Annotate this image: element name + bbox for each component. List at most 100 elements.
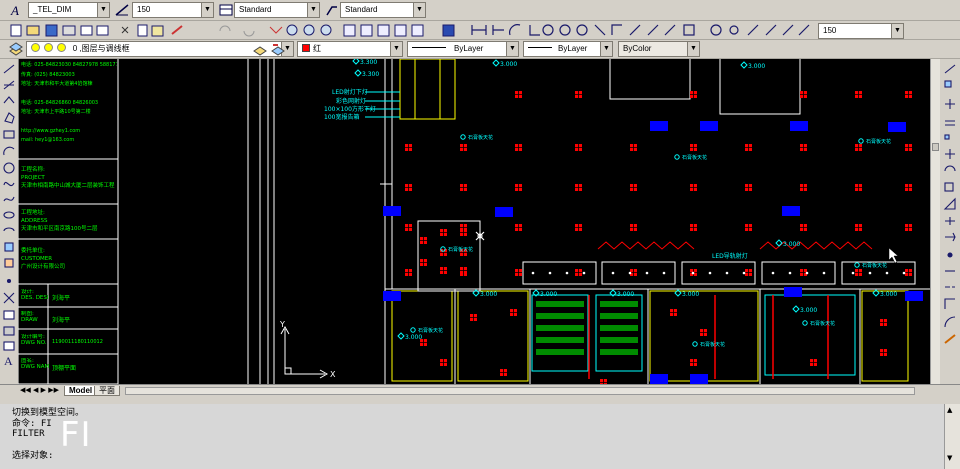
multileader-style-icon[interactable] [324, 2, 340, 18]
table-style-value: Standard [345, 5, 378, 14]
point-icon[interactable] [6, 278, 12, 284]
revcloud-icon[interactable] [3, 181, 15, 187]
plotstyle-select[interactable]: ByColor ▼ [618, 41, 700, 57]
modify-toolbar [940, 59, 960, 389]
location-block: 工程地址: ADDRESS 天津市和平区南京路100号二层 [21, 209, 117, 233]
drawing-no-label-cell: 设计编号: DWG NO. [21, 334, 49, 346]
color-swatch [302, 44, 310, 52]
break-point-icon[interactable] [947, 252, 953, 258]
company-line: 地址: 天津市和平大道第4馅馆楝 [21, 81, 93, 87]
linetype-select[interactable]: ByLayer ▼ [407, 41, 519, 57]
diffuser [790, 121, 808, 131]
horizontal-scrollbar[interactable] [125, 387, 915, 395]
text-style-select[interactable]: Standard ▼ [234, 2, 320, 18]
ellipse-arc-icon[interactable] [3, 227, 15, 232]
erase-icon[interactable] [944, 64, 956, 74]
mtext-icon[interactable]: A [4, 354, 13, 368]
rectangle-icon[interactable] [3, 130, 15, 139]
scale-value-1: 150 [137, 5, 151, 14]
extend-icon[interactable] [945, 232, 956, 242]
chevron-down-icon: ▼ [891, 24, 903, 38]
trim-icon[interactable] [945, 217, 955, 225]
scale-select-2[interactable]: 150 ▼ [818, 23, 904, 39]
mirror-icon[interactable] [945, 99, 955, 109]
company-info: 电话: 025-84823030 84827978 58817712 传真: (… [21, 61, 117, 146]
scale-icon[interactable] [944, 182, 954, 192]
scroll-down-icon[interactable]: ▼ [947, 454, 952, 462]
lineweight-select[interactable]: ByLayer ▼ [523, 41, 613, 57]
circle-icon[interactable] [3, 162, 15, 174]
stretch-icon[interactable] [943, 197, 956, 210]
designer-label-en: DES. DESIGNER [21, 295, 49, 301]
ceiling-tag: 石膏板天花 [700, 341, 725, 348]
dimstyle-select[interactable]: _TEL_DIM ▼ [28, 2, 110, 18]
diffuser [700, 121, 718, 131]
location-label: 工程地址: [21, 210, 45, 216]
sheet-label-cell: 图名: DWG NAME [21, 358, 49, 370]
legend: LED射灯下灯 彩色网射灯 100×100方形下灯 100宽报告箱 [324, 88, 400, 121]
company-line: http://www.gzhey1.com [21, 127, 81, 134]
elevation-markers: 3.300 3.300 3.000 3.000 3.000 3.000 3.000 3.000… [352, 59, 897, 341]
text-style-icon[interactable]: A [8, 2, 24, 18]
layer-manager-icon[interactable] [8, 41, 24, 57]
tab-model[interactable]: Model [64, 386, 98, 396]
move-icon[interactable] [945, 149, 955, 159]
layer-previous-icon[interactable] [270, 41, 286, 57]
scale-select-1[interactable]: 150 ▼ [132, 2, 214, 18]
fillet-icon[interactable] [944, 316, 956, 328]
table-style-icon[interactable] [218, 2, 234, 18]
command-window[interactable]: 切换到模型空间。 命令: FI FILTER 选择对象: [0, 404, 944, 469]
scroll-up-icon[interactable]: ▲ [947, 406, 952, 414]
standard-toolbar-icons[interactable] [0, 21, 960, 40]
gradient-icon[interactable] [3, 310, 15, 320]
lightbulb-icon [31, 43, 40, 52]
copy-icon[interactable] [944, 80, 952, 88]
cad-drawing: 3.300 3.300 3.000 3.000 3.000 3.000 3.000 3.000… [17, 59, 930, 386]
chevron-down-icon: ▼ [97, 3, 109, 17]
drawing-canvas[interactable]: 3.300 3.300 3.000 3.000 3.000 3.000 3.000 3.000… [0, 59, 930, 389]
elevation-label: 3.000 [480, 291, 497, 298]
arc-icon[interactable] [3, 146, 15, 156]
ucs-x-label: X [330, 370, 336, 379]
table-icon[interactable] [3, 341, 15, 351]
scroll-thumb[interactable] [932, 143, 939, 151]
line-sample [528, 47, 552, 48]
legend-item: LED射灯下灯 [332, 88, 368, 96]
vertical-scrollbar[interactable] [930, 59, 940, 389]
client-block: 委托单位: CUSTOMER 广州设计有限公司 [21, 247, 117, 271]
lineweight-value: ByLayer [558, 44, 588, 53]
explode-icon[interactable] [944, 334, 956, 344]
ellipse-icon[interactable] [3, 211, 15, 219]
hatch-icon[interactable] [3, 292, 15, 304]
tab-layout-plan[interactable]: 平面 [94, 386, 120, 396]
table-style-select[interactable]: Standard ▼ [340, 2, 426, 18]
make-block-icon[interactable] [4, 258, 14, 268]
light-track-label: LED导轨射灯 [712, 252, 748, 260]
designer-label-cell: 设计: DES. DESIGNER [21, 289, 49, 301]
elevation-label: 3.300 [362, 71, 379, 78]
chamfer-icon[interactable] [944, 298, 955, 309]
insert-block-icon[interactable] [4, 242, 14, 252]
tab-nav-arrows[interactable]: ◀◀ ◀ ▶ ▶▶ [20, 386, 59, 394]
spline-icon[interactable] [3, 196, 15, 202]
array-icon[interactable] [944, 134, 950, 140]
construction-line-icon[interactable] [3, 80, 15, 90]
company-line: 地址: 天津市上平路10号第二楼 [21, 109, 91, 115]
designer-value: 刘海平 [52, 295, 71, 302]
command-scrollbar[interactable]: ▲ ▼ [944, 404, 960, 469]
offset-icon[interactable] [945, 120, 955, 126]
elevation-label: 3.000 [405, 334, 422, 341]
company-line: 传真: (025) 84823003 [21, 71, 75, 78]
command-prompt[interactable]: 选择对象: [12, 451, 932, 462]
polygon-icon[interactable] [4, 112, 15, 124]
ceiling-tag: 石膏板天花 [862, 262, 887, 269]
make-current-layer-icon[interactable] [252, 41, 268, 57]
region-icon[interactable] [3, 326, 15, 336]
rotate-icon[interactable] [944, 165, 956, 172]
dim-style-icon[interactable] [114, 2, 130, 18]
polyline-icon[interactable] [3, 96, 15, 104]
line-icon[interactable] [3, 64, 15, 74]
color-select[interactable]: 红 ▼ [297, 41, 403, 57]
legend-item: 100宽报告箱 [324, 113, 359, 121]
sheet-label-en: DWG NAME [21, 364, 49, 370]
